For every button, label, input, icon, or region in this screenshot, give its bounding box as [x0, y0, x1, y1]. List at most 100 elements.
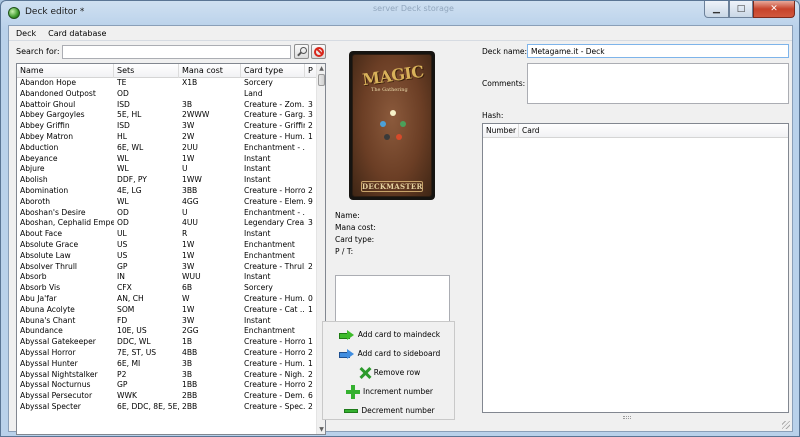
table-cell: ISD [117, 99, 130, 109]
clear-icon [313, 46, 324, 57]
table-body: Abandon Hope TE X1B Sorcery Abandoned Outpos… [17, 78, 317, 413]
column-header-card[interactable]: Card [519, 124, 788, 138]
clear-search-button[interactable] [311, 44, 326, 59]
table-row[interactable]: Abeyance WL 1W Instant [17, 154, 317, 165]
table-row[interactable]: Abu Ja'far AN, CH W Creature - Hum... 0 [17, 294, 317, 305]
table-cell: Creature - Horror [244, 380, 305, 390]
menu-deck[interactable]: Deck [9, 26, 41, 40]
table-cell: Creature - Horror [244, 185, 305, 195]
add-to-sideboard-button[interactable]: Add card to sideboard [323, 345, 456, 362]
column-header-card-type[interactable]: Card type [241, 64, 305, 78]
table-cell: Abuna Acolyte [20, 304, 75, 314]
table-row[interactable]: Abandon Hope TE X1B Sorcery [17, 78, 317, 89]
search-input[interactable] [62, 45, 291, 59]
table-row[interactable]: Abomination 4E, LG 3BB Creature - Horror 2 [17, 186, 317, 197]
table-row[interactable]: Aboroth WL 4GG Creature - Elem... 9 [17, 197, 317, 208]
table-row[interactable]: Abbey Gargoyles 5E, HL 2WWW Creature - Garg… [17, 110, 317, 121]
decrement-number-button[interactable]: Decrement number [323, 402, 456, 419]
remove-row-button[interactable]: Remove row [323, 364, 456, 381]
table-row[interactable]: Abyssal Gatekeeper DDC, WL 1B Creature - Ho… [17, 337, 317, 348]
deck-editor-window: Deck editor * server Deck storage ▁ □ ✕ … [0, 0, 800, 437]
add-to-maindeck-button[interactable]: Add card to maindeck [323, 326, 456, 343]
red-mana-icon [396, 134, 402, 140]
column-header-mana-cost[interactable]: Mana cost [179, 64, 241, 78]
table-cell: OD [117, 88, 129, 98]
table-cell: 1W [182, 250, 195, 260]
table-cell: 2BB [182, 401, 198, 411]
table-cell: WUU [182, 272, 201, 282]
comments-textarea[interactable] [527, 63, 789, 104]
scroll-down-icon[interactable]: ▼ [317, 425, 325, 434]
deck-name-input[interactable] [527, 44, 789, 58]
table-row[interactable]: Abandoned Outpost OD Land [17, 89, 317, 100]
table-cell: Creature - Garg... [244, 110, 305, 120]
table-cell: Abbey Gargoyles [20, 110, 85, 120]
table-cell: Abyssal Hunter [20, 358, 78, 368]
deck-list-table[interactable]: Number Card [482, 123, 789, 413]
table-cell: Absolute Law [20, 250, 71, 260]
table-cell: Land [244, 88, 263, 98]
table-cell: 6E, DDC, 8E, 5E, ... [117, 401, 179, 411]
scroll-up-icon[interactable]: ▲ [317, 64, 325, 73]
table-cell: Abandon Hope [20, 78, 77, 87]
card-type-label: Card type: [335, 235, 375, 244]
table-row[interactable]: Abattoir Ghoul ISD 3B Creature - Zom... 3 [17, 100, 317, 111]
table-cell: Enchantment - ... [244, 142, 305, 152]
search-button[interactable] [294, 44, 309, 59]
column-header-number[interactable]: Number [483, 124, 519, 138]
table-row[interactable]: Abyssal Persecutor WWK 2BB Creature - Dem..… [17, 391, 317, 402]
table-cell: Creature - Elem... [244, 196, 305, 206]
table-cell: Instant [244, 153, 271, 163]
card-pt-label: P / T: [335, 247, 354, 256]
table-cell: Instant [244, 175, 271, 185]
card-logo-text: MAGIC [361, 61, 425, 90]
table-row[interactable]: Absolute Law US 1W Enchantment [17, 251, 317, 262]
table-cell: 4GG [182, 196, 199, 206]
card-back-image: MAGIC The Gathering DECKMASTER [349, 51, 435, 200]
table-row[interactable]: Aboshan, Cephalid EmperorOD 4UU Legendary … [17, 218, 317, 229]
table-row[interactable]: Abolish DDF, PY 1WW Instant [17, 175, 317, 186]
table-cell: About Face [20, 229, 63, 239]
minimize-button[interactable]: ▁ [704, 1, 729, 18]
close-button[interactable]: ✕ [753, 1, 795, 18]
table-row[interactable]: Abundance 10E, US 2GG Enchantment [17, 326, 317, 337]
table-row[interactable]: Abyssal Specter 6E, DDC, 8E, 5E, ...2BB Cr… [17, 402, 317, 413]
table-cell: 10E, US [117, 326, 147, 336]
column-header-name[interactable]: Name [17, 64, 114, 78]
table-row[interactable]: Absolver Thrull GP 3W Creature - Thrul... 2 [17, 262, 317, 273]
table-cell: Legendary Crea... [244, 218, 305, 228]
scroll-thumb[interactable] [318, 74, 325, 86]
table-cell: Abuna's Chant [20, 315, 76, 325]
table-row[interactable]: Abbey Matron HL 2W Creature - Hum... 1 [17, 132, 317, 143]
column-header-sets[interactable]: Sets [114, 64, 179, 78]
table-row[interactable]: Abduction 6E, WL 2UU Enchantment - ... [17, 143, 317, 154]
title-bar[interactable]: Deck editor * server Deck storage ▁ □ ✕ [1, 1, 799, 25]
table-row[interactable]: Abjure WL U Instant [17, 164, 317, 175]
table-row[interactable]: Abyssal Hunter 6E, MI 3B Creature - Hum... 1 [17, 359, 317, 370]
table-cell: Instant [244, 229, 271, 239]
table-row[interactable]: Abyssal Horror 7E, ST, US 4BB Creature - Ho… [17, 348, 317, 359]
table-row[interactable]: Absorb Vis CFX 6B Sorcery [17, 283, 317, 294]
table-row[interactable]: Absorb IN WUU Instant [17, 272, 317, 283]
table-row[interactable]: Abuna Acolyte SOM 1W Creature - Cat ... 1 [17, 305, 317, 316]
table-cell: P2 [117, 369, 127, 379]
card-database-table[interactable]: Name Sets Mana cost Card type P Abandon … [16, 63, 326, 435]
table-row[interactable]: About Face UL R Instant [17, 229, 317, 240]
table-row[interactable]: Abyssal Nightstalker P2 3B Creature - Nigh.… [17, 370, 317, 381]
search-label: Search for: [16, 47, 60, 56]
table-row[interactable]: Abyssal Nocturnus GP 1BB Creature - Horror 2 [17, 380, 317, 391]
resize-grip-icon[interactable] [782, 421, 790, 429]
table-row[interactable]: Aboshan's Desire OD U Enchantment - ... [17, 208, 317, 219]
table-cell: HL [117, 131, 127, 141]
table-cell: Creature - Spec... [244, 401, 305, 411]
increment-number-button[interactable]: Increment number [323, 383, 456, 400]
splitter-grip[interactable] [623, 416, 631, 419]
maximize-button[interactable]: □ [729, 1, 753, 18]
menu-card-database[interactable]: Card database [41, 26, 111, 40]
table-cell: GP [117, 380, 128, 390]
table-row[interactable]: Abbey Griffin ISD 3W Creature - Griffin 2 [17, 121, 317, 132]
table-row[interactable]: Absolute Grace US 1W Enchantment [17, 240, 317, 251]
table-cell: 1B [182, 337, 193, 347]
arrow-right-blue-icon [338, 348, 355, 359]
table-row[interactable]: Abuna's Chant FD 3W Instant [17, 316, 317, 327]
